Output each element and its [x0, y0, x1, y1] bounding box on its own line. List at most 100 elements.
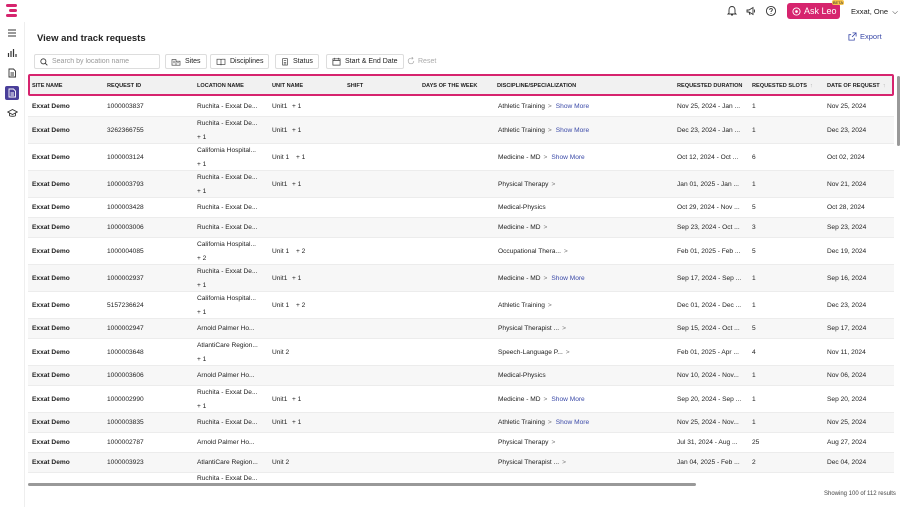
discipline-cell[interactable]: Medicine - MD > Show More: [498, 275, 585, 282]
discipline-cell[interactable]: Athletic Training > Show More: [498, 103, 589, 110]
table-row[interactable]: Exxat Demo 1000002787 Arnold Palmer Ho... P…: [28, 433, 894, 453]
date-filter-button[interactable]: Start & End Date: [326, 54, 404, 69]
table-row[interactable]: Exxat Demo 1000002990 Ruchita - Exxat De..…: [28, 386, 894, 413]
chevron-right-icon[interactable]: >: [548, 103, 552, 110]
table-row[interactable]: Exxat Demo 1000003428 Ruchita - Exxat De..…: [28, 198, 894, 218]
nav-reports[interactable]: [5, 46, 19, 60]
discipline-label: Medical-Physics: [498, 204, 546, 211]
discipline-cell[interactable]: Athletic Training >: [498, 302, 552, 309]
discipline-cell[interactable]: Athletic Training > Show More: [498, 419, 589, 426]
status-filter-button[interactable]: Status: [275, 54, 319, 69]
search-input[interactable]: [52, 58, 152, 65]
chevron-right-icon[interactable]: >: [548, 302, 552, 309]
requested-duration-cell: Nov 10, 2024 - Nov...: [677, 372, 739, 379]
header-days-of-week[interactable]: DAYS OF THE WEEK: [422, 83, 477, 89]
header-unit-name[interactable]: UNIT NAME: [272, 83, 303, 89]
table-row[interactable]: Exxat Demo 1000004085 California Hospital.…: [28, 238, 894, 265]
chevron-right-icon[interactable]: >: [562, 325, 566, 332]
header-location-name[interactable]: LOCATION NAME: [197, 83, 244, 89]
table-row[interactable]: Exxat Demo 1000002937 Ruchita - Exxat De..…: [28, 265, 894, 292]
chevron-right-icon[interactable]: >: [566, 349, 570, 356]
header-request-id[interactable]: REQUEST ID: [107, 83, 141, 89]
nav-education[interactable]: [5, 106, 19, 120]
header-requested-slots[interactable]: REQUESTED SLOTS ↑: [752, 83, 813, 89]
chevron-right-icon[interactable]: >: [564, 248, 568, 255]
disciplines-filter-button[interactable]: Disciplines: [210, 54, 270, 69]
chevron-right-icon[interactable]: >: [544, 224, 548, 231]
chevron-right-icon[interactable]: >: [544, 154, 548, 161]
discipline-cell[interactable]: Physical Therapy >: [498, 439, 555, 446]
table-row[interactable]: Exxat Demo 1000002947 Arnold Palmer Ho... P…: [28, 319, 894, 339]
discipline-label: Speech-Language P...: [498, 349, 563, 356]
sites-filter-button[interactable]: Sites: [165, 54, 207, 69]
chevron-right-icon[interactable]: >: [544, 396, 548, 403]
discipline-cell[interactable]: Medical-Physics: [498, 204, 546, 211]
header-date-of-request[interactable]: DATE OF REQUEST ↑: [827, 83, 886, 89]
show-more-link[interactable]: Show More: [556, 103, 589, 110]
table-row[interactable]: Exxat Demo 3262366755 Ruchita - Exxat De..…: [28, 117, 894, 144]
export-button[interactable]: Export: [848, 32, 882, 41]
discipline-cell[interactable]: Physical Therapy >: [498, 181, 555, 188]
top-bar: Ask Leo BETA Exxat, One ⌵: [0, 0, 902, 22]
user-menu[interactable]: Exxat, One ⌵: [851, 7, 898, 17]
header-site-name[interactable]: SITE NAME: [32, 83, 62, 89]
show-more-link[interactable]: Show More: [556, 419, 589, 426]
discipline-label: Medicine - MD: [498, 275, 541, 282]
unit-name-cell: Unit 2: [272, 349, 290, 356]
table-row[interactable]: Exxat Demo 1000003793 Ruchita - Exxat De..…: [28, 171, 894, 198]
header-requested-duration[interactable]: REQUESTED DURATION: [677, 83, 742, 89]
search-box[interactable]: [34, 54, 160, 69]
megaphone-icon[interactable]: [745, 5, 757, 17]
show-more-link[interactable]: Show More: [551, 275, 584, 282]
discipline-cell[interactable]: Medicine - MD >: [498, 224, 547, 231]
table-row[interactable]: Exxat Demo 5157236624 California Hospital.…: [28, 292, 894, 319]
show-more-link[interactable]: Show More: [556, 127, 589, 134]
chevron-right-icon[interactable]: >: [548, 127, 552, 134]
table-row[interactable]: Exxat Demo 1000003124 California Hospital.…: [28, 144, 894, 171]
nav-documents[interactable]: [5, 66, 19, 80]
discipline-cell[interactable]: Medical-Physics: [498, 372, 546, 379]
requested-duration-cell: Dec 01, 2024 - Dec ...: [677, 302, 742, 309]
table-row[interactable]: Exxat Demo 1000003835 Ruchita - Exxat De..…: [28, 413, 894, 433]
discipline-cell[interactable]: Athletic Training > Show More: [498, 127, 589, 134]
chevron-right-icon[interactable]: >: [551, 439, 555, 446]
table-row[interactable]: Exxat Demo 1000003837 Ruchita - Exxat De..…: [28, 97, 894, 117]
requested-duration-cell: Jul 31, 2024 - Aug ...: [677, 439, 738, 446]
bell-icon[interactable]: [726, 5, 738, 17]
site-name-cell: Exxat Demo: [32, 181, 70, 188]
chevron-right-icon[interactable]: >: [548, 419, 552, 426]
exxat-logo[interactable]: [6, 3, 18, 19]
discipline-cell[interactable]: Medicine - MD > Show More: [498, 154, 585, 161]
nav-requests[interactable]: [5, 86, 19, 100]
discipline-cell[interactable]: Physical Therapist ... >: [498, 459, 566, 466]
discipline-cell[interactable]: Speech-Language P... >: [498, 349, 570, 356]
horizontal-scrollbar[interactable]: [28, 483, 696, 486]
date-of-request-cell: Nov 25, 2024: [827, 419, 867, 426]
help-icon[interactable]: [765, 5, 777, 17]
discipline-label: Athletic Training: [498, 302, 545, 309]
show-more-link[interactable]: Show More: [551, 396, 584, 403]
site-name-cell: Exxat Demo: [32, 372, 70, 379]
location-more-count: + 2: [197, 255, 207, 262]
header-discipline[interactable]: DISCIPLINE/SPECIALIZATION: [497, 83, 576, 89]
discipline-cell[interactable]: Physical Therapist ... >: [498, 325, 566, 332]
request-id-cell: 1000003923: [107, 459, 144, 466]
show-more-link[interactable]: Show More: [551, 154, 584, 161]
chevron-right-icon[interactable]: >: [551, 181, 555, 188]
discipline-cell[interactable]: Medicine - MD > Show More: [498, 396, 585, 403]
menu-toggle[interactable]: [5, 26, 19, 40]
chevron-down-icon: ⌵: [892, 7, 898, 16]
header-shift[interactable]: SHIFT: [347, 83, 363, 89]
reset-button[interactable]: Reset: [407, 57, 436, 65]
chevron-right-icon[interactable]: >: [562, 459, 566, 466]
request-id-cell: 1000003837: [107, 103, 144, 110]
vertical-scrollbar[interactable]: [897, 76, 900, 146]
chevron-right-icon[interactable]: >: [544, 275, 548, 282]
table-row[interactable]: Exxat Demo 1000003606 Arnold Palmer Ho... M…: [28, 366, 894, 386]
discipline-cell[interactable]: Occupational Thera... >: [498, 248, 568, 255]
table-row[interactable]: Exxat Demo 1000003648 AtlantiCare Region..…: [28, 339, 894, 366]
table-row[interactable]: Exxat Demo 1000003923 AtlantiCare Region..…: [28, 453, 894, 473]
ask-leo-button[interactable]: Ask Leo BETA: [787, 0, 844, 19]
search-icon: [40, 57, 48, 66]
table-row[interactable]: Exxat Demo 1000003006 Ruchita - Exxat De..…: [28, 218, 894, 238]
